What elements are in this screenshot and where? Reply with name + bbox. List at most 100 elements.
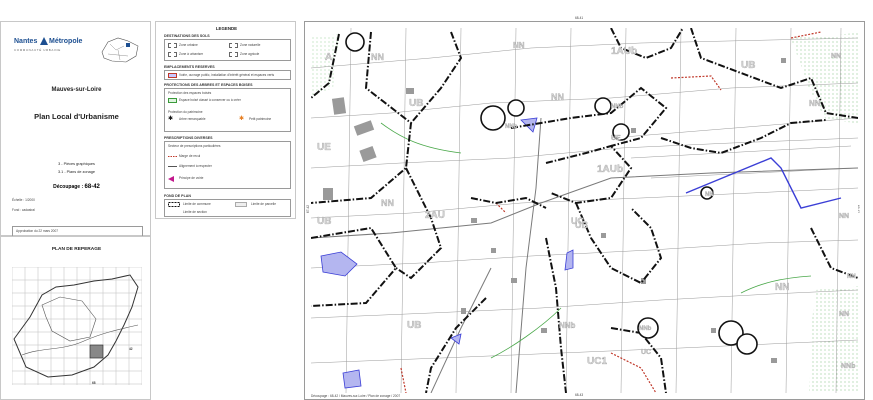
legend-group-prescriptions: Secteur de prescriptions particulières M…: [164, 141, 291, 189]
map-footer: Découpage : 68-42 / Mauves-sur-Loire / P…: [311, 394, 401, 398]
logo-tagline: COMMUNAUTÉ URBAINE: [14, 48, 61, 52]
zone-label: NN: [705, 192, 714, 198]
legend-panel: LEGENDE DESTINATIONS DES SOLS Zone urbai…: [155, 21, 296, 219]
locator-map: [101, 37, 139, 63]
zone-label: UE: [611, 135, 621, 142]
reserved-areas: [320, 117, 574, 389]
commune-name: Mauves-sur-Loire: [51, 87, 102, 93]
legend-item-urban: Zone urbaine: [179, 43, 198, 47]
locator-cell-68: 68: [92, 381, 96, 385]
swatch-natural: [229, 43, 238, 48]
decoupage-label: Découpage :: [53, 184, 84, 190]
zone-label: NN: [513, 41, 525, 50]
zone-label: UB: [741, 60, 755, 71]
locator-panel: PLAN DE REPERAGE 42 68: [0, 236, 151, 400]
alignment-lines: [380, 122, 812, 359]
decoupage-line: Découpage : 68-42: [1, 184, 152, 190]
zone-label: UB: [409, 98, 423, 109]
road-principle-line: [685, 157, 842, 209]
legend-title: LEGENDE: [215, 26, 238, 31]
legend-item-heritage: Protection du patrimoine: [168, 110, 203, 114]
locator-title: PLAN DE REPERAGE: [51, 247, 102, 252]
plan-title: Plan Local d'Urbanisme: [34, 112, 119, 121]
buildings: [323, 58, 786, 363]
nnb-cloud-zones: [345, 32, 758, 355]
legend-item-classified-wood: Espace boisé classé à conserver ou à cré…: [179, 98, 241, 102]
legend-group-destinations: Zone urbaine Zone à urbaniser Zone natur…: [164, 39, 291, 61]
logo-shield-icon: [40, 37, 48, 45]
legend-heading-basemap: FOND DE PLAN: [164, 194, 191, 198]
swatch-to-urbanize: [168, 52, 177, 57]
piece-sub-label: 3.1 - Plans de zonage: [58, 170, 95, 174]
zone-label: UB: [317, 216, 331, 227]
zone-label: NNb: [505, 124, 518, 130]
logo-text-metropole: Métropole: [49, 38, 83, 45]
setback-symbol: [168, 156, 177, 157]
wood-area-ne: [791, 33, 858, 123]
wood-area-se: [809, 286, 858, 393]
locator-cell-42: 42: [129, 347, 133, 351]
swatch-classified-wood: [168, 98, 177, 103]
swatch-reserved: [168, 73, 177, 78]
zone-label: NN: [831, 53, 841, 60]
zone-label: A: [325, 52, 332, 63]
legend-group-basemap: Limite de commune Limite de parcelle Lim…: [164, 199, 291, 217]
zone-label: 1AUb: [597, 164, 623, 175]
legend-group-protections: Protection des espaces boisés Espace boi…: [164, 88, 291, 132]
zone-label: 2AU: [425, 210, 445, 221]
commune-limit-symbol: [168, 202, 180, 207]
sheet-label-top: 68-41: [575, 16, 584, 20]
legend-item-road-principle: Principe de voirie: [179, 176, 204, 180]
zone-label: UE: [317, 142, 331, 153]
piece-label: 3 - Pièces graphiques: [58, 162, 95, 166]
legend-item-remarkable-tree: Arbre remarquable: [179, 117, 206, 121]
scale-label: Échelle : 1/2000: [12, 198, 35, 202]
legend-heading-destinations: DESTINATIONS DES SOLS: [164, 34, 210, 38]
decoupage-value: 68-42: [84, 184, 100, 190]
zone-label: NN: [371, 52, 384, 62]
locator-grid: [12, 267, 142, 385]
legend-item-small-heritage: Petit patrimoine: [249, 117, 272, 121]
legend-item-alignment: Alignement à respecter: [179, 164, 212, 168]
zone-label: UC1: [587, 356, 607, 367]
parcel-lines: [311, 28, 858, 393]
swatch-urban: [168, 43, 177, 48]
legend-item-section: Limite de section: [183, 210, 207, 214]
zoning-map: A NN 1AUb UE NN UB UB NN NN UB NN 1AUb U…: [311, 28, 858, 393]
legend-heading-prescriptions: PRESCRIPTIONS DIVERSES: [164, 136, 213, 140]
zone-label: NNb: [841, 363, 855, 370]
approval-text: Approbation du 22 mars 2007: [16, 229, 58, 233]
road-principle-arrow-icon: [168, 176, 174, 182]
zone-label: NN: [381, 198, 394, 208]
legend-group-reserved: Voirie, ouvrage public, installation d'i…: [164, 70, 291, 80]
zone-label: NNb: [611, 104, 624, 110]
zone-label: UB: [407, 320, 421, 331]
zone-label: NN: [839, 213, 849, 220]
legend-item-agricultural: Zone agricole: [240, 52, 260, 56]
heritage-icon: ✱: [239, 116, 245, 122]
sheet-label-left: 67-42: [306, 204, 311, 214]
zone-labels: A NN 1AUb UE NN UB UB NN NN UB NN 1AUb U…: [317, 41, 856, 370]
swatch-agricultural: [229, 52, 238, 57]
legend-item-setback: Marge de recul: [179, 154, 201, 158]
legend-item-wood-protection: Protection des espaces boisés: [168, 91, 212, 95]
setback-lines: [400, 31, 822, 393]
legend-heading-reserved: EMPLACEMENTS RESERVES: [164, 65, 215, 69]
legend-item-natural: Zone naturelle: [240, 43, 261, 47]
legend-item-parcel: Limite de parcelle: [251, 202, 276, 206]
legend-item-commune-limit: Limite de commune: [183, 202, 211, 206]
zone-label: NNb: [559, 321, 576, 330]
zone-label: NN: [847, 274, 856, 280]
legend-heading-protections: PROTECTIONS DES ARBRES ET ESPACES BOISES: [164, 83, 253, 87]
roads: [311, 117, 858, 393]
tree-icon: ✱: [168, 116, 174, 122]
zone-label: NN: [551, 92, 564, 102]
legend-item-to-urbanize: Zone à urbaniser: [179, 52, 204, 56]
legend-item-special-sector: Secteur de prescriptions particulières: [168, 144, 221, 148]
zone-boundaries: [311, 28, 858, 393]
logo-text-nantes: Nantes: [14, 38, 38, 45]
zone-label: NN: [809, 99, 821, 108]
zone-label: UC: [641, 349, 651, 356]
title-block: Nantes Métropole COMMUNAUTÉ URBAINE Mauv…: [0, 21, 152, 250]
zone-label: UC: [571, 216, 584, 226]
